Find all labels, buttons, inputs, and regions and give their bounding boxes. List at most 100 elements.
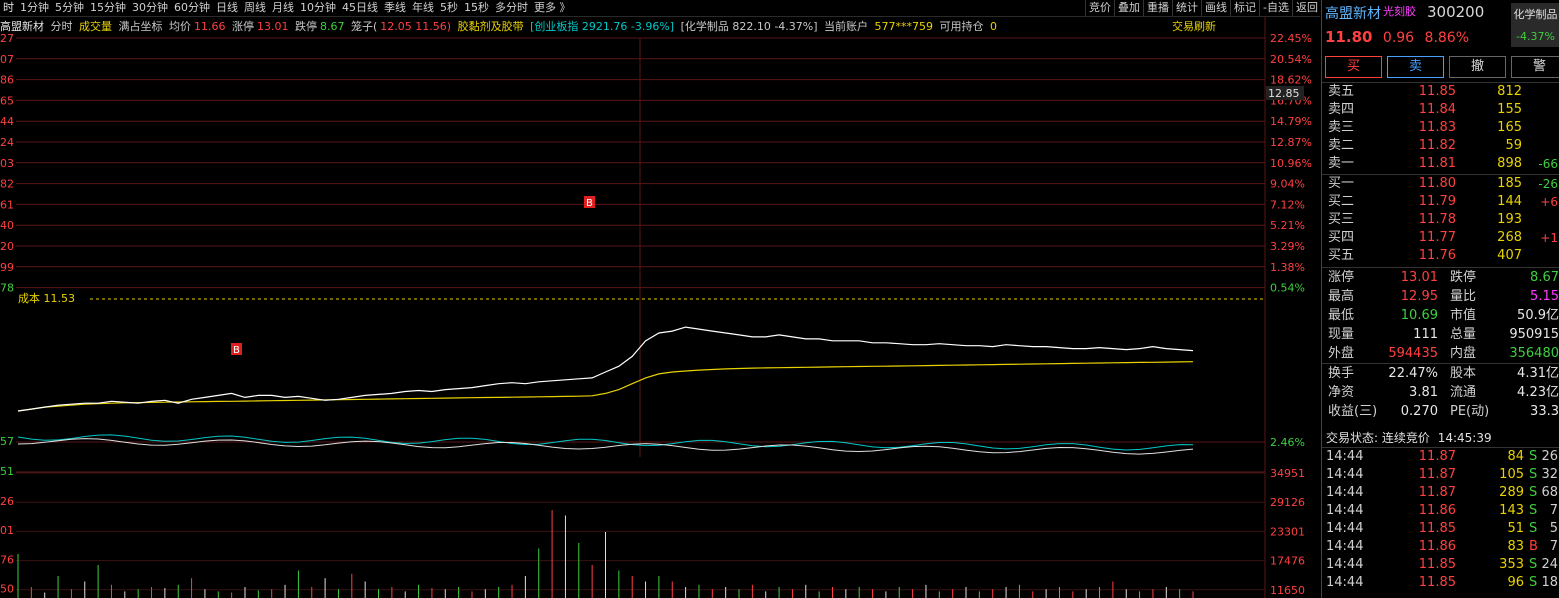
- right-tick: 10.96%: [1270, 157, 1312, 170]
- tick-row: 14:44 11.87 289 S 68: [1322, 484, 1559, 502]
- sell-order-v: 898: [1497, 156, 1522, 171]
- left-tick: 57: [0, 435, 14, 448]
- stat-v1: 594435: [1388, 346, 1438, 361]
- timeframe-2[interactable]: 5分钟: [52, 0, 87, 16]
- right-tick: 18.62%: [1270, 74, 1312, 87]
- sell-order-l: 卖一: [1328, 156, 1355, 171]
- tool-button-2[interactable]: 重播: [1143, 0, 1172, 16]
- timeframe-0[interactable]: 时: [0, 0, 17, 16]
- tool-button-3[interactable]: 统计: [1172, 0, 1201, 16]
- tick-tn: 7: [1549, 503, 1558, 518]
- tick-tn: 18: [1541, 575, 1558, 590]
- stat-row: 最高 12.95 量比 5.15: [1322, 287, 1559, 306]
- left-tick: 86: [0, 74, 14, 87]
- buy-order-row[interactable]: 买五 11.76 407: [1322, 247, 1559, 265]
- left-tick: 50: [0, 583, 14, 596]
- right-tick: 2.46%: [1270, 436, 1305, 449]
- timeframe-15[interactable]: 多分时: [492, 0, 531, 16]
- tool-button-0[interactable]: 竞价: [1085, 0, 1114, 16]
- buy-button[interactable]: 买: [1325, 56, 1382, 78]
- tick-row: 14:44 11.87 84 S 26: [1322, 448, 1559, 466]
- left-tick: 44: [0, 115, 14, 128]
- left-tick: 82: [0, 178, 14, 191]
- avg-price-line: [17, 361, 1194, 412]
- tick-tn: 24: [1541, 557, 1558, 572]
- buy-order-row[interactable]: 买二 11.79 144 +6: [1322, 193, 1559, 211]
- stats-block-a: 涨停 13.01 跌停 8.67 最高 12.95 量比 5.15 最低 10.69 市值 50.9亿…: [1322, 267, 1559, 363]
- timeframe-7[interactable]: 周线: [241, 0, 269, 16]
- buy-order-row[interactable]: 买四 11.77 268 +1: [1322, 229, 1559, 247]
- buy-order-pr: 11.79: [1418, 194, 1456, 209]
- timeframe-6[interactable]: 日线: [213, 0, 241, 16]
- right-tick: 20.54%: [1270, 53, 1312, 66]
- stat-k2: 股本: [1450, 366, 1477, 381]
- tool-button-1[interactable]: 叠加: [1114, 0, 1143, 16]
- timeframe-14[interactable]: 15秒: [461, 0, 492, 16]
- timeframe-8[interactable]: 月线: [269, 0, 297, 16]
- sell-order-d: -66: [1538, 157, 1558, 171]
- buy-order-l: 买三: [1328, 212, 1355, 227]
- tool-button-5[interactable]: 标记: [1230, 0, 1259, 16]
- timeframe-13[interactable]: 5秒: [437, 0, 461, 16]
- timeframe-5[interactable]: 60分钟: [171, 0, 213, 16]
- sell-order-row[interactable]: 卖二 11.82 59: [1322, 137, 1559, 155]
- left-tick: 76: [0, 553, 14, 566]
- timeframe-4[interactable]: 30分钟: [129, 0, 171, 16]
- tick-tv: 84: [1507, 449, 1524, 464]
- buy-order-pr: 11.76: [1418, 248, 1456, 263]
- buy-order-row[interactable]: 买三 11.78 193: [1322, 211, 1559, 229]
- stat-k2: 量比: [1450, 289, 1477, 304]
- timeframe-11[interactable]: 季线: [381, 0, 409, 16]
- concept-tag[interactable]: 光刻胶: [1383, 3, 1416, 19]
- timeframe-10[interactable]: 45日线: [339, 0, 381, 16]
- sell-button[interactable]: 卖: [1387, 56, 1444, 78]
- left-tick: 51: [0, 465, 14, 478]
- stat-row: 外盘 594435 内盘 356480: [1322, 344, 1559, 363]
- cancel-button[interactable]: 撤: [1449, 56, 1506, 78]
- tick-t: 14:44: [1326, 485, 1364, 500]
- sell-order-v: 59: [1505, 138, 1522, 153]
- buy-order-d: +1: [1540, 231, 1558, 245]
- timeframe-12[interactable]: 年线: [409, 0, 437, 16]
- tool-button-6[interactable]: -自选: [1259, 0, 1292, 16]
- right-tick: 7.12%: [1270, 198, 1305, 211]
- stat-k1: 最高: [1328, 289, 1355, 304]
- tick-t: 14:44: [1326, 521, 1364, 536]
- sell-order-row[interactable]: 卖四 11.84 155: [1322, 101, 1559, 119]
- intraday-chart[interactable]: 27 22.45%07 20.54%86 18.62%65 16.70%44 14.79%…: [0, 17, 1320, 598]
- stat-k1: 最低: [1328, 308, 1355, 323]
- left-tick: 78: [0, 282, 14, 295]
- stat-v1: 13.01: [1400, 270, 1438, 285]
- timeframe-16[interactable]: 更多 》: [531, 0, 574, 16]
- stat-row: 换手 22.47% 股本 4.31亿: [1322, 364, 1559, 383]
- stat-k1: 外盘: [1328, 346, 1355, 361]
- buy-order-d: +6: [1540, 195, 1558, 209]
- tool-button-7[interactable]: 返回: [1292, 0, 1321, 16]
- left-tick: 27: [0, 32, 14, 45]
- stat-v2: 4.31亿: [1517, 366, 1559, 381]
- buy-order-v: 268: [1497, 230, 1522, 245]
- sell-order-row[interactable]: 卖三 11.83 165: [1322, 119, 1559, 137]
- industry-box[interactable]: 化学制品 -4.37%: [1511, 3, 1559, 47]
- alert-button[interactable]: 警: [1511, 56, 1559, 78]
- timeframe-9[interactable]: 10分钟: [297, 0, 339, 16]
- panel-stock-name: 高盟新材: [1325, 6, 1381, 22]
- tick-row: 14:44 11.86 143 S 7: [1322, 502, 1559, 520]
- right-tick: 12.87%: [1270, 136, 1312, 149]
- price-tag: 12.85: [1268, 87, 1300, 100]
- stats-block-b: 换手 22.47% 股本 4.31亿 净资 3.81 流通 4.23亿 收益(三) 0.270 PE…: [1322, 363, 1559, 421]
- timeframe-1[interactable]: 1分钟: [17, 0, 52, 16]
- industry-change: -4.37%: [1516, 30, 1555, 43]
- sell-order-row[interactable]: 卖一 11.81 898 -66: [1322, 155, 1559, 173]
- trade-status: 交易状态: 连续竞价 14:45:39: [1326, 429, 1492, 446]
- buy-order-l: 买五: [1328, 248, 1355, 263]
- tick-tv: 289: [1499, 485, 1524, 500]
- tick-row: 14:44 11.87 105 S 32: [1322, 466, 1559, 484]
- cost-label: 成本 11.53: [18, 291, 75, 305]
- tool-button-4[interactable]: 画线: [1201, 0, 1230, 16]
- sell-order-l: 卖二: [1328, 138, 1355, 153]
- tick-t: 14:44: [1326, 557, 1364, 572]
- timeframe-3[interactable]: 15分钟: [87, 0, 129, 16]
- sell-order-row[interactable]: 卖五 11.85 812: [1322, 83, 1559, 101]
- buy-order-row[interactable]: 买一 11.80 185 -26: [1322, 175, 1559, 193]
